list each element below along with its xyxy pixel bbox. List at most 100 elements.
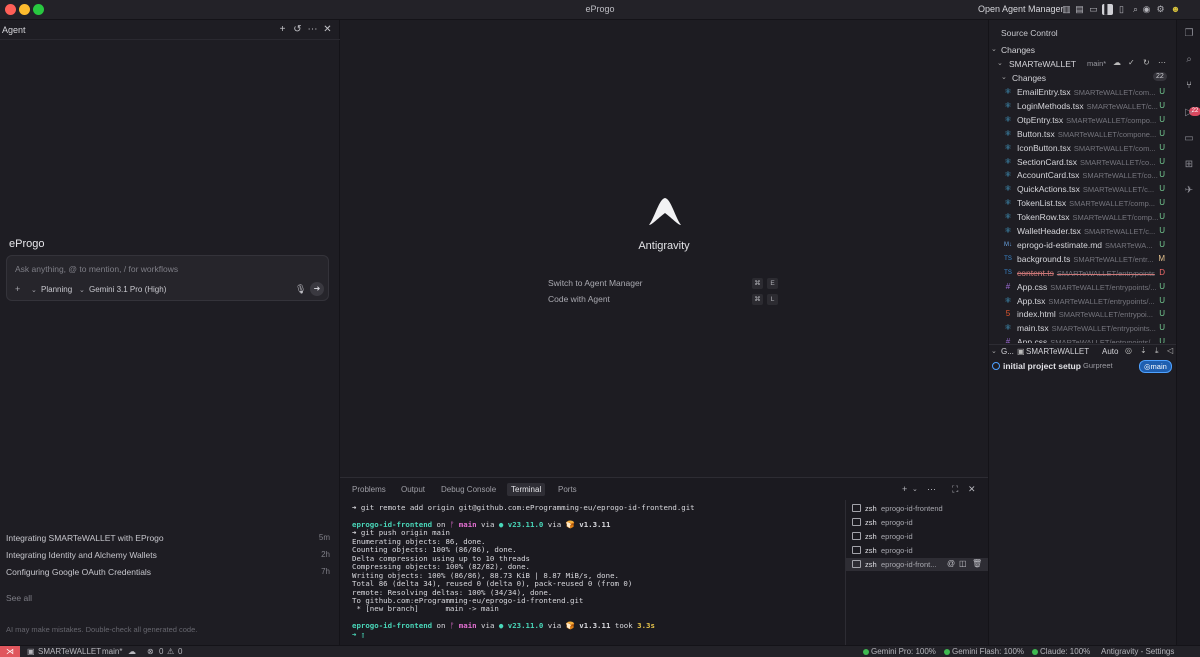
prompt-input[interactable]: Ask anything, @ to mention, / for workfl… xyxy=(15,264,178,274)
commit-check-icon[interactable]: ✓ xyxy=(1128,58,1135,67)
code-with-agent-command[interactable]: Code with Agent xyxy=(548,294,610,304)
open-agent-manager-button[interactable]: Open Agent Manager xyxy=(978,4,1064,14)
changed-file-row[interactable]: ⚛ App.tsx SMARTeWALLET/entrypoints/... U xyxy=(1003,294,1175,308)
terminal-list-item[interactable]: zsh eprogo-id xyxy=(846,544,988,557)
terminal-list-item[interactable]: zsh eprogo-id xyxy=(846,516,988,529)
microphone-icon[interactable]: 🎙 xyxy=(295,284,306,296)
tab-output[interactable]: Output xyxy=(401,485,425,494)
search-icon[interactable]: ⌕ xyxy=(1130,4,1141,15)
account-icon[interactable]: ☻ xyxy=(1170,4,1181,15)
new-terminal-icon[interactable]: + xyxy=(902,484,907,495)
toggle-bottom-panel-icon[interactable]: ▭ xyxy=(1088,4,1099,15)
more-options-icon[interactable]: ⋯ xyxy=(927,484,936,495)
gemini-flash-quota[interactable]: Gemini Flash: 100% xyxy=(944,647,1024,656)
agent-icon[interactable]: @ xyxy=(947,559,955,568)
changed-file-row[interactable]: ⚛ TokenRow.tsx SMARTeWALLET/comp... U xyxy=(1003,210,1175,224)
status-branch[interactable]: main* xyxy=(102,647,122,656)
terminal-output[interactable]: ➜ git remote add origin git@github.com:e… xyxy=(352,503,842,639)
antigravity-settings[interactable]: Antigravity - Settings xyxy=(1101,647,1174,656)
graph-section-header[interactable]: ⌄ G... ▣ SMARTeWALLET Auto ◎ ⇣ ⤓ ◁ xyxy=(989,344,1177,358)
see-all-link[interactable]: See all xyxy=(6,593,32,603)
toggle-secondary-sidebar-icon[interactable]: ▌ xyxy=(1102,4,1113,15)
conversation-item[interactable]: Configuring Google OAuth Credentials 7h xyxy=(6,567,330,581)
error-icon[interactable]: ⊗ xyxy=(147,647,154,656)
maximize-panel-icon[interactable]: ⛶ xyxy=(952,484,958,495)
target-icon[interactable]: ◎ xyxy=(1125,346,1132,355)
changed-file-row[interactable]: M↓ eprogo-id-estimate.md SMARTeWA... U xyxy=(1003,238,1175,252)
changed-file-row[interactable]: ⚛ OtpEntry.tsx SMARTeWALLET/compo... U xyxy=(1003,113,1175,127)
refresh-icon[interactable]: ↻ xyxy=(1143,58,1150,67)
close-panel-icon[interactable]: ✕ xyxy=(968,484,976,495)
warning-icon[interactable]: ⚠ xyxy=(167,647,174,656)
maximize-window-button[interactable] xyxy=(33,4,44,15)
tab-ports[interactable]: Ports xyxy=(558,485,577,494)
terminal-list-item[interactable]: zsh eprogo-id xyxy=(846,530,988,543)
tab-debug-console[interactable]: Debug Console xyxy=(441,485,496,494)
toggle-sidebar-icon[interactable]: ▯ xyxy=(1116,4,1127,15)
history-icon[interactable]: ↺ xyxy=(292,24,303,35)
changed-file-row[interactable]: ⚛ IconButton.tsx SMARTeWALLET/com... U xyxy=(1003,141,1175,155)
file-type-icon: # xyxy=(1005,281,1011,291)
changed-file-row[interactable]: ⚛ QuickActions.tsx SMARTeWALLET/c... U xyxy=(1003,182,1175,196)
changed-file-row[interactable]: ⚛ EmailEntry.tsx SMARTeWALLET/com... U xyxy=(1003,85,1175,99)
chrome-icon[interactable]: ◉ xyxy=(1141,4,1152,15)
tab-problems[interactable]: Problems xyxy=(352,485,386,494)
status-repo[interactable]: SMARTeWALLET xyxy=(38,647,101,656)
repository-row[interactable]: ⌄ SMARTeWALLET main* ☁ ✓ ↻ ⋯ xyxy=(989,57,1177,71)
changed-file-row[interactable]: # App.css SMARTeWALLET/entrypoints/... U xyxy=(1003,280,1175,294)
changed-file-row[interactable]: ⚛ Button.tsx SMARTeWALLET/compone... U xyxy=(1003,127,1175,141)
sync-icon[interactable]: ☁ xyxy=(1113,58,1121,67)
panel-layout-icon[interactable]: ▤ xyxy=(1074,4,1085,15)
changed-file-row[interactable]: TS content.ts SMARTeWALLET/entrypoints D xyxy=(1003,266,1175,280)
search-icon[interactable]: ⌕ xyxy=(1183,54,1195,66)
close-icon[interactable]: ✕ xyxy=(322,24,333,35)
push-icon[interactable]: ◁ xyxy=(1167,346,1173,355)
mode-selector[interactable]: Planning xyxy=(41,285,72,294)
pull-icon[interactable]: ⤓ xyxy=(1155,346,1159,356)
commit-row[interactable]: initial project setup Gurpreet ◎main xyxy=(989,359,1177,373)
tab-terminal[interactable]: Terminal xyxy=(507,483,546,496)
close-window-button[interactable] xyxy=(5,4,16,15)
conversation-item[interactable]: Integrating Identity and Alchemy Wallets… xyxy=(6,550,330,564)
changes-group-header[interactable]: ⌄ Changes 22 xyxy=(989,71,1177,85)
changed-file-row[interactable]: ⚛ TokenList.tsx SMARTeWALLET/comp... U xyxy=(1003,196,1175,210)
changed-file-row[interactable]: ⚛ AccountCard.tsx SMARTeWALLET/co... U xyxy=(1003,168,1175,182)
settings-gear-icon[interactable]: ⚙ xyxy=(1155,4,1166,15)
changed-file-row[interactable]: ⚛ LoginMethods.tsx SMARTeWALLET/c... U xyxy=(1003,99,1175,113)
switch-agent-manager-command[interactable]: Switch to Agent Manager xyxy=(548,278,643,288)
trash-icon[interactable]: 🗑 xyxy=(972,559,982,568)
conversation-item[interactable]: Integrating SMARTeWALLET with EProgo 5m xyxy=(6,533,330,547)
gemini-pro-quota[interactable]: Gemini Pro: 100% xyxy=(863,647,936,656)
new-conversation-icon[interactable]: + xyxy=(277,24,288,35)
sync-icon[interactable]: ☁ xyxy=(128,647,136,656)
more-options-icon[interactable]: ⋯ xyxy=(1158,58,1166,67)
fetch-icon[interactable]: ⇣ xyxy=(1140,346,1147,355)
auto-selector[interactable]: Auto xyxy=(1102,347,1118,356)
changed-file-row[interactable]: # App.css SMARTeWALLET/entrypoints/... U xyxy=(1003,335,1175,343)
add-context-icon[interactable]: + xyxy=(15,284,20,295)
remote-explorer-icon[interactable]: ▭ xyxy=(1183,133,1195,145)
model-selector[interactable]: Gemini 3.1 Pro (High) xyxy=(89,285,166,294)
split-terminal-icon[interactable]: ◫ xyxy=(959,559,967,568)
minimize-window-button[interactable] xyxy=(19,4,30,15)
explorer-icon[interactable]: ❐ xyxy=(1183,28,1195,40)
more-options-icon[interactable]: ⋯ xyxy=(307,24,318,35)
send-button[interactable]: ➜ xyxy=(310,282,324,296)
run-debug-icon[interactable]: ▷ xyxy=(1183,107,1195,119)
remote-indicator-icon[interactable]: ⋊ xyxy=(0,646,20,657)
changed-file-row[interactable]: ⚛ WalletHeader.tsx SMARTeWALLET/c... U xyxy=(1003,224,1175,238)
changed-file-row[interactable]: 5 index.html SMARTeWALLET/entrypoi... U xyxy=(1003,307,1175,321)
changes-section-header[interactable]: ⌄ Changes xyxy=(989,43,1177,57)
claude-quota[interactable]: Claude: 100% xyxy=(1032,647,1090,656)
terminal-list-item[interactable]: zsh eprogo-id-front... @ ◫ 🗑 xyxy=(846,558,988,571)
source-control-icon[interactable]: ⑂ xyxy=(1183,80,1195,92)
terminal-list-item[interactable]: zsh eprogo-id-frontend xyxy=(846,502,988,515)
prompt-input-box[interactable]: Ask anything, @ to mention, / for workfl… xyxy=(6,255,329,301)
extensions-icon[interactable]: ⊞ xyxy=(1183,159,1195,171)
deploy-icon[interactable]: ✈ xyxy=(1183,185,1195,197)
chevron-down-icon[interactable]: ⌄ xyxy=(912,484,918,495)
changed-file-row[interactable]: ⚛ main.tsx SMARTeWALLET/entrypoints... U xyxy=(1003,321,1175,335)
changed-file-row[interactable]: ⚛ SectionCard.tsx SMARTeWALLET/co... U xyxy=(1003,155,1175,169)
layout-icon[interactable]: ▥ xyxy=(1061,4,1072,15)
changed-file-row[interactable]: TS background.ts SMARTeWALLET/entr... M xyxy=(1003,252,1175,266)
